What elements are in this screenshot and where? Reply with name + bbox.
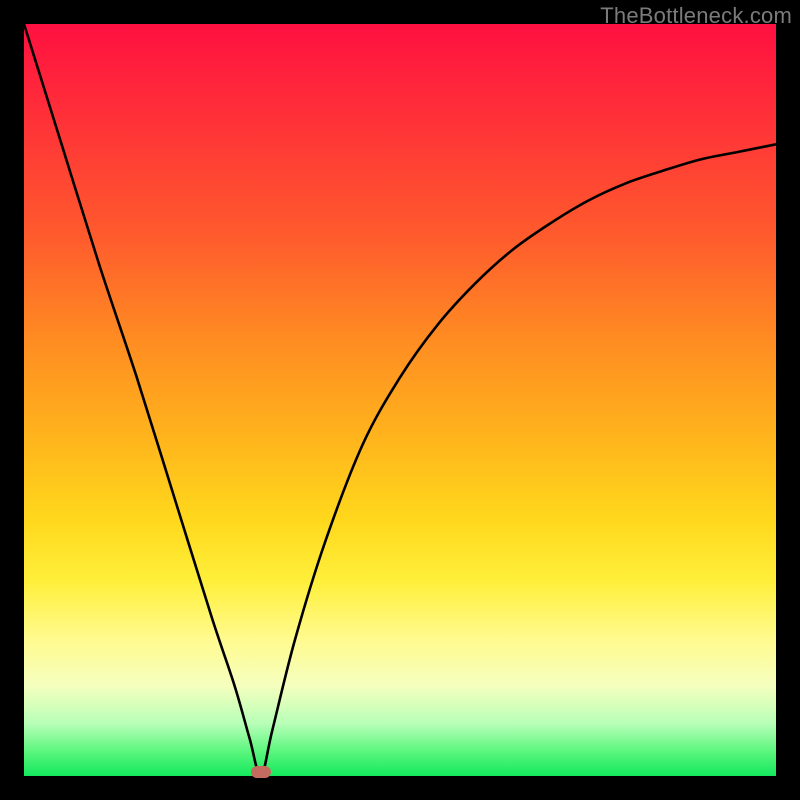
bottleneck-curve — [24, 24, 776, 776]
plot-area — [24, 24, 776, 776]
minimum-marker — [251, 766, 271, 778]
curve-path — [24, 24, 776, 776]
watermark-text: TheBottleneck.com — [600, 3, 792, 29]
chart-frame: TheBottleneck.com — [0, 0, 800, 800]
